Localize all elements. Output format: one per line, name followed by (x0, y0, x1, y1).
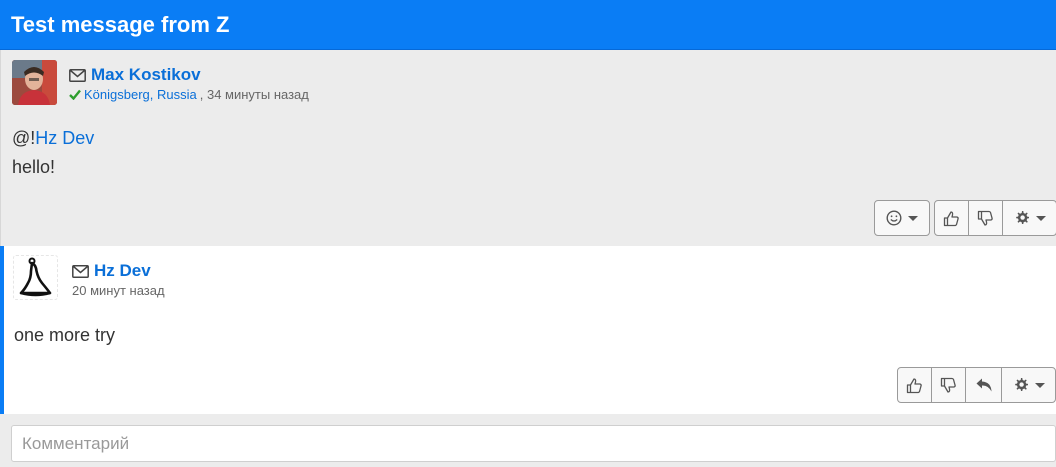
thumbs-up-icon (943, 210, 959, 226)
emoji-reaction-button[interactable] (874, 200, 930, 236)
envelope-icon[interactable] (69, 68, 86, 82)
comment-bar (0, 414, 1056, 467)
chevron-down-icon (1034, 382, 1045, 388)
settings-button[interactable] (1001, 367, 1056, 403)
gear-icon (1014, 378, 1028, 391)
reply-comment: Hz Dev 20 минут назад one more try (0, 246, 1056, 414)
reply-time: 20 минут назад (72, 283, 165, 298)
mention-prefix: @! (12, 128, 36, 148)
dislike-button[interactable] (968, 200, 1003, 236)
smile-icon (886, 210, 902, 226)
reply-icon (976, 378, 991, 392)
avatar[interactable] (12, 60, 57, 105)
avatar[interactable] (13, 255, 58, 300)
page-header: Test message from Z (0, 0, 1056, 50)
avatar-photo (12, 60, 57, 105)
mention-link[interactable]: Hz Dev (35, 128, 94, 148)
reply-button[interactable] (965, 367, 1002, 403)
like-button[interactable] (897, 367, 932, 403)
reply-text: one more try (14, 325, 116, 345)
chevron-down-icon (1035, 215, 1046, 221)
envelope-icon[interactable] (72, 264, 89, 278)
location-link[interactable]: Königsberg, Russia (84, 87, 197, 102)
verified-check-icon (69, 89, 81, 100)
post-text: hello! (12, 157, 56, 177)
comment-input[interactable] (11, 425, 1056, 462)
author-link[interactable]: Hz Dev (94, 261, 151, 281)
settings-button[interactable] (1002, 200, 1056, 236)
dislike-button[interactable] (931, 367, 966, 403)
bell-avatar-icon (19, 257, 52, 297)
post-time: , 34 минуты назад (199, 87, 309, 102)
author-link[interactable]: Max Kostikov (91, 65, 201, 85)
like-button[interactable] (934, 200, 969, 236)
gear-icon (1015, 211, 1029, 224)
page-title: Test message from Z (11, 12, 230, 37)
thumbs-down-icon (940, 377, 956, 393)
chevron-down-icon (908, 215, 918, 221)
mention-line: @!Hz Dev (12, 125, 94, 151)
thumbs-down-icon (977, 210, 993, 226)
main-post: Max Kostikov Königsberg, Russia , 34 мин… (0, 50, 1056, 246)
thumbs-up-icon (906, 377, 922, 393)
